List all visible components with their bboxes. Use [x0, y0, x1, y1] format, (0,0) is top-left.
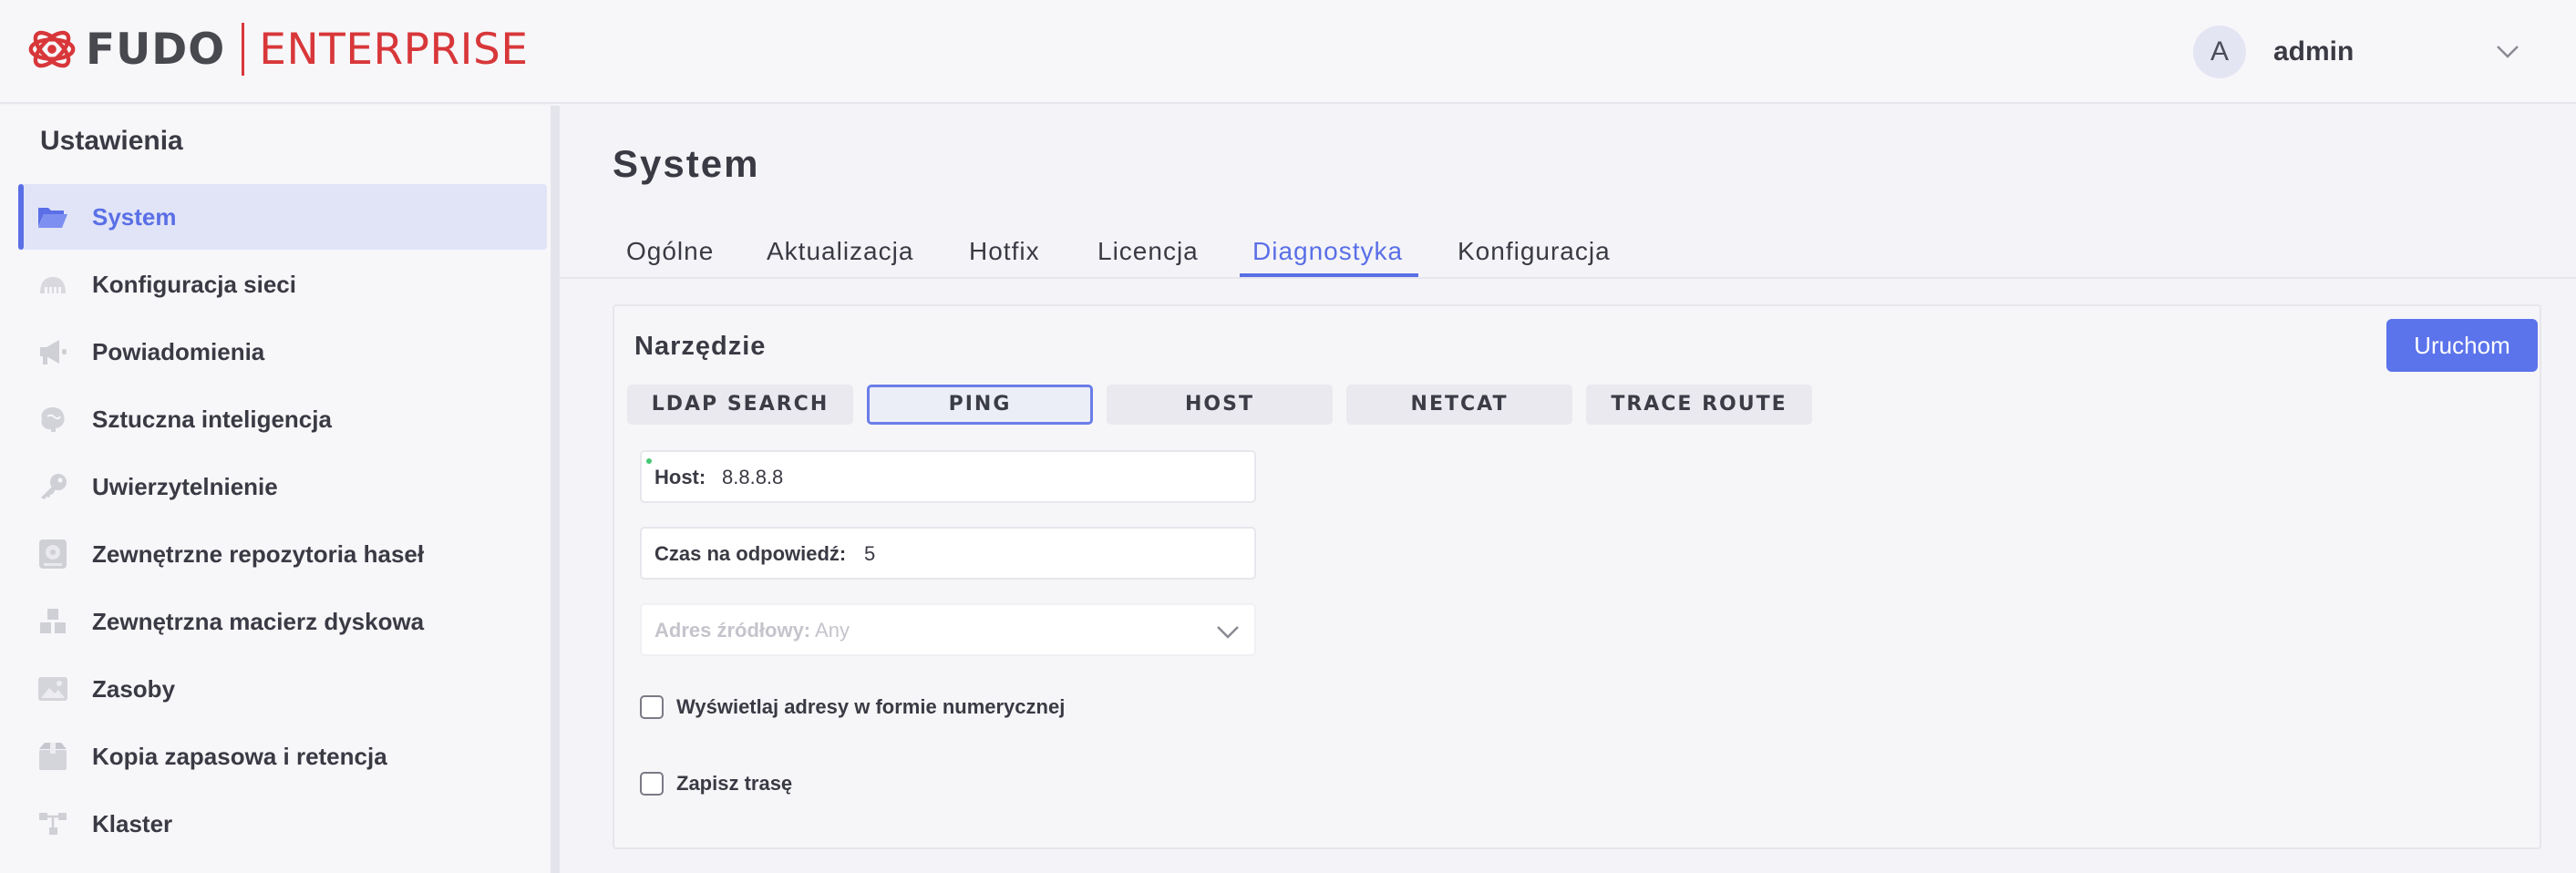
- username[interactable]: admin: [2273, 36, 2354, 67]
- key-icon: [36, 472, 69, 501]
- source-address-value: Any: [815, 619, 850, 642]
- sidebar-item-notifications[interactable]: Powiadomienia: [18, 319, 547, 385]
- folder-open-icon: [36, 202, 69, 231]
- sidebar-item-resources[interactable]: Zasoby: [18, 656, 547, 722]
- page-title: System: [613, 142, 760, 185]
- sidebar-item-label: Zewnętrzna macierz dyskowa: [92, 607, 425, 635]
- source-address-select[interactable]: Adres źródłowy: Any: [640, 603, 1256, 656]
- sidebar-item-label: Zasoby: [92, 674, 176, 703]
- host-field[interactable]: Host: 8.8.8.8: [640, 450, 1256, 503]
- numeric-addresses-option[interactable]: Wyświetlaj adresy w formie numerycznej: [640, 693, 1065, 721]
- tool-netcat-button[interactable]: NETCAT: [1346, 385, 1572, 425]
- record-route-checkbox[interactable]: [640, 772, 664, 796]
- sidebar-item-authentication[interactable]: Uwierzytelnienie: [18, 454, 547, 519]
- megaphone-icon: [36, 337, 69, 366]
- sidebar-item-label: Zewnętrzne repozytoria haseł: [92, 539, 425, 568]
- fudo-enterprise-logo[interactable]: FUDO ENTERPRISE: [26, 20, 529, 78]
- tab-hotfix[interactable]: Hotfix: [969, 237, 1040, 281]
- network-icon: [36, 270, 69, 299]
- host-field-value[interactable]: 8.8.8.8: [722, 466, 783, 489]
- timeout-field-value[interactable]: 5: [864, 542, 875, 566]
- diagnostic-tool-panel: Narzędzie Uruchom LDAP SEARCH PING HOST …: [613, 304, 2541, 849]
- user-menu[interactable]: A admin: [2193, 26, 2576, 78]
- sidebar-item-network[interactable]: Konfiguracja sieci: [18, 252, 547, 317]
- sidebar-item-label: Klaster: [92, 809, 173, 837]
- timeout-field-label: Czas na odpowiedź:: [654, 542, 847, 565]
- top-bar: FUDO ENTERPRISE A admin: [0, 0, 2576, 104]
- timeout-field[interactable]: Czas na odpowiedź: 5: [640, 527, 1256, 580]
- source-address-label: Adres źródłowy: Any: [654, 619, 850, 642]
- logo-enterprise-text: ENTERPRISE: [259, 24, 529, 75]
- record-route-option[interactable]: Zapisz trasę: [640, 770, 792, 797]
- tab-license[interactable]: Licencja: [1097, 237, 1199, 281]
- chevron-down-icon[interactable]: [2494, 38, 2521, 66]
- tool-ping-button[interactable]: PING: [867, 385, 1093, 425]
- sidebar-title: Ustawienia: [40, 126, 183, 156]
- image-icon: [36, 674, 69, 704]
- sidebar-item-backup[interactable]: Kopia zapasowa i retencja: [18, 724, 547, 789]
- tool-section-title: Narzędzie: [634, 332, 767, 361]
- required-indicator: [646, 458, 652, 464]
- tab-configuration[interactable]: Konfiguracja: [1458, 237, 1611, 281]
- sidebar-item-disk-array[interactable]: Zewnętrzna macierz dyskowa: [18, 589, 547, 654]
- sidebar-menu: System Konfiguracja sieci Powiadomienia …: [18, 184, 547, 858]
- chevron-down-icon[interactable]: [1214, 618, 1242, 645]
- sidebar-item-label: Uwierzytelnienie: [92, 472, 278, 500]
- host-field-label: Host:: [654, 466, 706, 488]
- tool-ldap-search-button[interactable]: LDAP SEARCH: [627, 385, 853, 425]
- settings-sidebar: Ustawienia System Konfiguracja sieci Pow…: [0, 106, 560, 873]
- run-button[interactable]: Uruchom: [2386, 319, 2538, 372]
- sidebar-item-password-vaults[interactable]: Zewnętrzne repozytoria haseł: [18, 521, 547, 587]
- numeric-addresses-checkbox[interactable]: [640, 695, 664, 719]
- fudo-logo-icon: [28, 30, 76, 68]
- sidebar-item-system[interactable]: System: [18, 184, 547, 250]
- sidebar-item-label: Kopia zapasowa i retencja: [92, 742, 387, 770]
- sidebar-item-label: Konfiguracja sieci: [92, 270, 296, 298]
- numeric-addresses-label[interactable]: Wyświetlaj adresy w formie numerycznej: [676, 695, 1065, 719]
- sidebar-item-ai[interactable]: Sztuczna inteligencja: [18, 386, 547, 452]
- avatar[interactable]: A: [2193, 26, 2246, 78]
- main-content: System Ogólne Aktualizacja Hotfix Licenc…: [560, 106, 2576, 873]
- vault-icon: [36, 539, 69, 569]
- sidebar-item-label: Sztuczna inteligencja: [92, 405, 332, 433]
- backup-box-icon: [36, 742, 69, 771]
- disk-array-icon: [36, 607, 69, 636]
- brain-icon: [36, 405, 69, 434]
- record-route-label[interactable]: Zapisz trasę: [676, 772, 792, 796]
- sidebar-item-label: Powiadomienia: [92, 337, 265, 365]
- sidebar-item-cluster[interactable]: Klaster: [18, 791, 547, 857]
- cluster-icon: [36, 809, 69, 838]
- logo-divider: [242, 23, 245, 76]
- sidebar-item-label: System: [92, 202, 177, 231]
- tool-trace-route-button[interactable]: TRACE ROUTE: [1586, 385, 1812, 425]
- tab-divider: [560, 277, 2576, 279]
- logo-fudo-text: FUDO: [86, 24, 226, 75]
- tool-host-button[interactable]: HOST: [1107, 385, 1333, 425]
- tab-update[interactable]: Aktualizacja: [767, 237, 913, 281]
- tab-general[interactable]: Ogólne: [626, 237, 714, 281]
